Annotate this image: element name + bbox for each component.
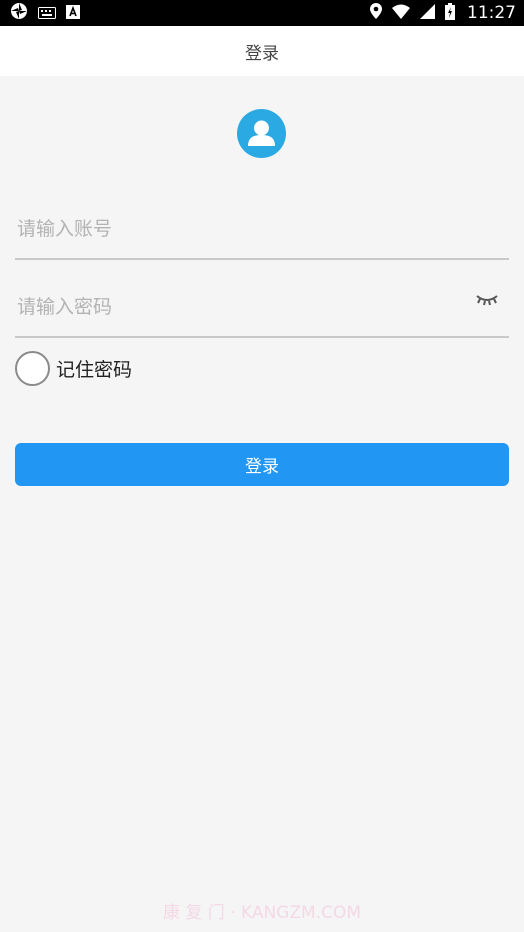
font-a-icon — [66, 4, 80, 23]
status-bar: 11:27 — [0, 0, 524, 26]
remember-password-checkbox[interactable]: 记住密码 — [15, 350, 132, 386]
password-input[interactable] — [15, 296, 509, 318]
user-icon — [248, 120, 275, 146]
watermark: 康 复 门 · KANGZM.COM — [162, 903, 362, 923]
status-right-icons: 11:27 — [370, 2, 516, 24]
status-time: 11:27 — [467, 3, 516, 23]
aperture-icon — [10, 2, 28, 24]
page-title: 登录 — [245, 43, 279, 64]
eye-closed-icon[interactable] — [475, 292, 499, 310]
keyboard-icon — [38, 4, 56, 23]
remember-password-label: 记住密码 — [56, 358, 133, 381]
login-button[interactable]: 登录 — [15, 443, 509, 486]
account-input[interactable] — [15, 218, 509, 240]
password-field — [15, 278, 509, 338]
wifi-icon — [392, 4, 410, 23]
status-left-icons — [10, 2, 80, 24]
app-bar: 登录 — [0, 26, 524, 76]
avatar — [237, 109, 286, 158]
battery-charging-icon — [445, 2, 455, 24]
location-pin-icon — [370, 3, 382, 23]
account-field — [15, 200, 509, 260]
login-button-label: 登录 — [245, 457, 279, 476]
cell-signal-icon — [420, 3, 435, 23]
remember-checkbox-circle[interactable] — [15, 350, 50, 386]
